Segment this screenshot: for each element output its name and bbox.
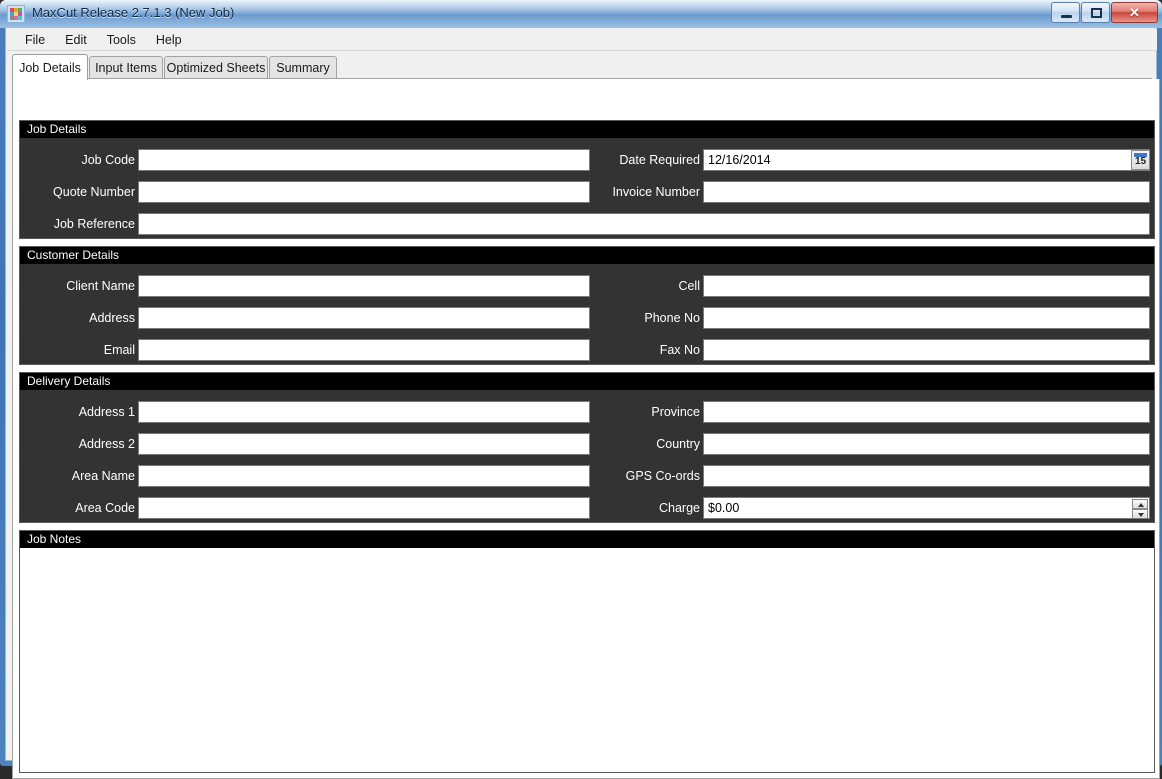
input-area-name[interactable] [138,465,590,487]
field-address: Address [20,307,596,329]
label-gps-coords: GPS Co-ords [625,469,700,483]
label-email: Email [103,343,135,357]
field-province: Province [580,401,1156,423]
input-email[interactable] [138,339,590,361]
close-icon: ✕ [1129,5,1140,20]
label-phone-no: Phone No [644,311,700,325]
field-job-code: Job Code [20,149,596,171]
label-area-name: Area Name [71,469,135,483]
label-date-required: Date Required [619,153,700,167]
group-job-details-header: Job Details [20,121,1154,138]
client-area: File Edit Tools Help Job Details Input I… [5,28,1160,779]
maxcut-tiles-icon [7,5,25,23]
input-client-name[interactable] [138,275,590,297]
tab-input-items-label: Input Items [95,61,157,75]
label-invoice-number: Invoice Number [612,185,700,199]
tab-job-details-label: Job Details [19,60,81,75]
input-fax-no[interactable] [703,339,1150,361]
field-area-name: Area Name [20,465,596,487]
tab-job-details[interactable]: Job Details [12,54,88,80]
group-job-notes: Job Notes [19,530,1155,773]
tab-strip: Job Details Input Items Optimized Sheets… [12,54,1152,80]
field-invoice-number: Invoice Number [580,181,1156,203]
window-title: MaxCut Release 2.7.1.3 (New Job) [32,5,235,20]
input-address[interactable] [138,307,590,329]
group-job-notes-header: Job Notes [20,531,1154,548]
field-area-code: Area Code [20,497,596,519]
field-fax-no: Fax No [580,339,1156,361]
window-controls: ✕ [1051,2,1158,24]
label-fax-no: Fax No [659,343,700,357]
field-job-reference: Job Reference [20,213,1156,235]
menu-item-file[interactable]: File [15,31,55,49]
tab-summary[interactable]: Summary [269,56,337,79]
label-country: Country [656,437,700,451]
label-job-reference: Job Reference [53,217,135,231]
input-job-reference[interactable] [138,213,1150,235]
group-delivery-details-header: Delivery Details [20,373,1154,390]
charge-spinner[interactable] [1132,499,1148,518]
input-invoice-number[interactable] [703,181,1150,203]
tab-optimized-sheets[interactable]: Optimized Sheets [164,56,268,79]
client-inner: File Edit Tools Help Job Details Input I… [6,28,1160,779]
input-job-notes[interactable] [20,548,1154,772]
minimize-button[interactable] [1051,2,1080,23]
input-address-2[interactable] [138,433,590,455]
input-address-1[interactable] [138,401,590,423]
maximize-icon [1091,8,1102,18]
input-quote-number[interactable] [138,181,590,203]
field-charge: Charge $0.00 [580,497,1156,519]
group-customer-details: Customer Details Client Name Address Ema… [19,246,1155,365]
calendar-icon-day: 15 [1134,156,1147,167]
menu-item-help[interactable]: Help [146,31,192,49]
field-client-name: Client Name [20,275,596,297]
group-delivery-details: Delivery Details Address 1 Address 2 Are… [19,372,1155,523]
spinner-down-icon[interactable] [1132,509,1148,518]
field-cell: Cell [580,275,1156,297]
input-country[interactable] [703,433,1150,455]
label-address-1: Address 1 [78,405,135,419]
input-gps-coords[interactable] [703,465,1150,487]
label-province: Province [651,405,700,419]
spinner-up-icon[interactable] [1132,499,1148,509]
job-details-page: Job Details Job Code Quote Number Job Re… [12,79,1160,779]
maximize-button[interactable] [1081,2,1110,23]
group-job-details: Job Details Job Code Quote Number Job Re… [19,120,1155,239]
label-address-2: Address 2 [78,437,135,451]
field-address-1: Address 1 [20,401,596,423]
field-quote-number: Quote Number [20,181,596,203]
input-area-code[interactable] [138,497,590,519]
label-client-name: Client Name [66,279,135,293]
label-job-code: Job Code [81,153,135,167]
label-charge: Charge [659,501,700,515]
field-gps-coords: GPS Co-ords [580,465,1156,487]
minimize-icon [1061,15,1072,18]
application-window: MaxCut Release 2.7.1.3 (New Job) ✕ File … [0,0,1162,779]
group-customer-details-header: Customer Details [20,247,1154,264]
tab-input-items[interactable]: Input Items [89,56,163,79]
menu-bar: File Edit Tools Help [7,29,1157,51]
title-bar: MaxCut Release 2.7.1.3 (New Job) ✕ [0,0,1162,28]
label-quote-number: Quote Number [53,185,135,199]
menu-item-edit[interactable]: Edit [55,31,97,49]
tab-optimized-sheets-label: Optimized Sheets [166,61,266,75]
tab-summary-label: Summary [276,61,330,75]
calendar-icon[interactable]: 15 [1131,150,1150,170]
input-date-required[interactable]: 12/16/2014 [703,149,1150,171]
field-date-required: Date Required 12/16/2014 15 [580,149,1156,171]
label-address: Address [89,311,135,325]
input-province[interactable] [703,401,1150,423]
input-job-code[interactable] [138,149,590,171]
menu-item-tools[interactable]: Tools [97,31,146,49]
field-address-2: Address 2 [20,433,596,455]
input-phone-no[interactable] [703,307,1150,329]
field-phone-no: Phone No [580,307,1156,329]
label-area-code: Area Code [75,501,135,515]
input-cell[interactable] [703,275,1150,297]
input-charge[interactable]: $0.00 [703,497,1150,519]
label-cell: Cell [678,279,700,293]
close-button[interactable]: ✕ [1111,2,1158,23]
field-email: Email [20,339,596,361]
field-country: Country [580,433,1156,455]
